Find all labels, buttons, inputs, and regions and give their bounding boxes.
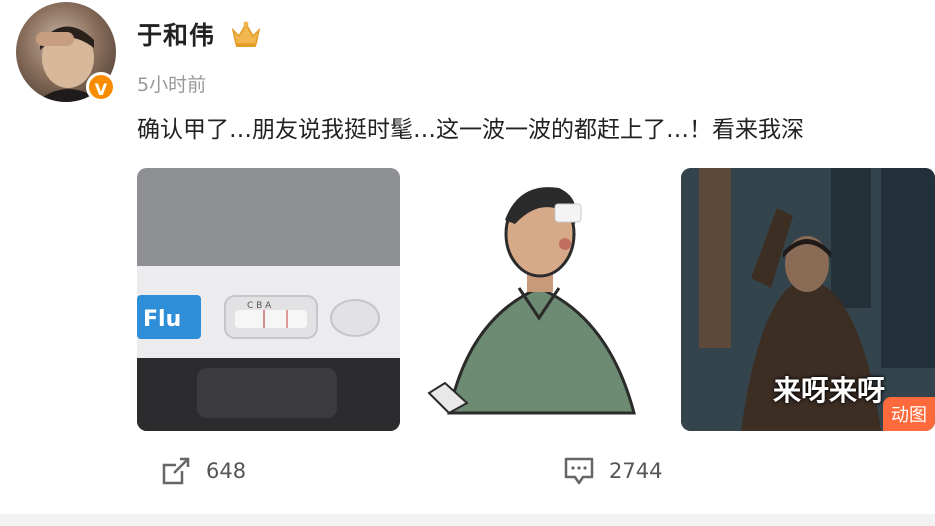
cartoon-illustration <box>427 187 636 415</box>
crown-icon <box>231 21 261 47</box>
post-image-2[interactable] <box>409 168 672 431</box>
comment-button[interactable]: 2744 <box>563 455 662 487</box>
comment-count: 2744 <box>609 459 663 483</box>
share-icon <box>162 457 190 485</box>
share-count: 648 <box>206 459 247 483</box>
comment-icon <box>564 457 594 485</box>
post-image-1[interactable]: Flu C B A <box>137 168 400 431</box>
author-name[interactable]: 于和伟 <box>137 16 215 52</box>
flu-label: Flu <box>143 307 181 332</box>
post-time: 5小时前 <box>137 74 207 96</box>
flu-sublabel: C B A <box>247 301 272 311</box>
flu-test-photo: Flu C B A <box>137 168 400 431</box>
feed-divider <box>0 514 935 526</box>
post-content: 确认甲了…朋友说我挺时髦…这一波一波的都赶上了…！看来我深 <box>137 117 804 143</box>
gif-caption: 来呀来呀 <box>772 374 885 407</box>
share-button[interactable]: 648 <box>160 455 246 487</box>
post-image-3[interactable]: 来呀来呀 动图 <box>681 168 935 431</box>
verified-badge: V <box>86 72 116 102</box>
gif-badge: 动图 <box>883 397 935 431</box>
